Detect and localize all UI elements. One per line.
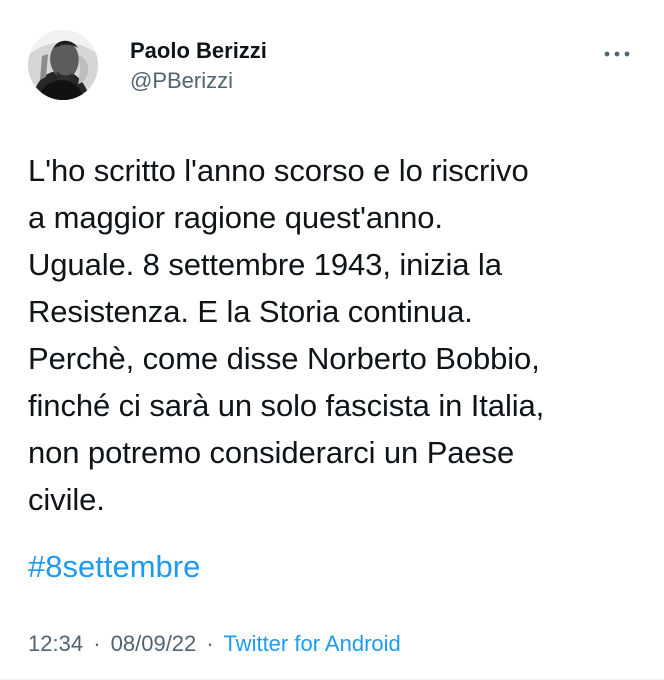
tweet-text-line: finché ci sarà un solo fascista in Itali… <box>28 388 545 423</box>
tweet-header: Paolo Berizzi @PBerizzi <box>28 30 638 102</box>
hashtag-link[interactable]: #8settembre <box>28 543 200 590</box>
tweet-text-line: civile. <box>28 482 105 517</box>
more-horizontal-icon <box>604 51 630 57</box>
tweet-text-line: non potremo considerarci un Paese <box>28 435 515 470</box>
meta-separator: · <box>93 631 101 656</box>
avatar[interactable] <box>28 30 98 100</box>
tweet-text-line: L'ho scritto l'anno scorso e lo riscrivo <box>28 153 529 188</box>
tweet-text-line: Resistenza. E la Storia continua. <box>28 294 473 329</box>
display-name[interactable]: Paolo Berizzi <box>130 38 550 64</box>
user-info: Paolo Berizzi @PBerizzi <box>130 38 550 94</box>
meta-separator: · <box>206 631 214 656</box>
tweet-text: L'ho scritto l'anno scorso e lo riscrivo… <box>28 147 640 523</box>
profile-photo-icon <box>28 30 98 100</box>
tweet-date[interactable]: 08/09/22 <box>111 631 197 656</box>
more-options-button[interactable] <box>601 42 633 66</box>
tweet-meta: 12:34 · 08/09/22 · Twitter for Android <box>28 629 401 659</box>
source-link[interactable]: Twitter for Android <box>223 631 400 656</box>
tweet-text-line: a maggior ragione quest'anno. <box>28 200 443 235</box>
tweet-card: Paolo Berizzi @PBerizzi L'ho scritto l'a… <box>0 0 664 680</box>
tweet-text-line: Perchè, come disse Norberto Bobbio, <box>28 341 540 376</box>
tweet-time[interactable]: 12:34 <box>28 631 83 656</box>
user-handle[interactable]: @PBerizzi <box>130 68 550 94</box>
tweet-text-line: Uguale. 8 settembre 1943, inizia la <box>28 247 502 282</box>
